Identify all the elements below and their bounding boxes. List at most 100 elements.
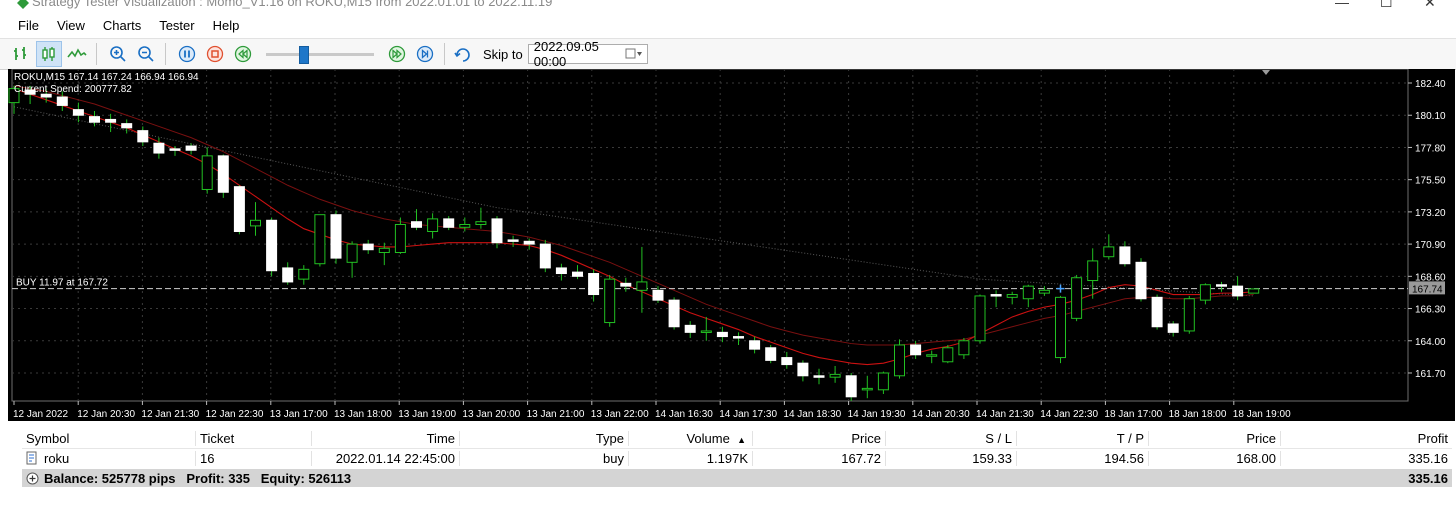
col-type[interactable]: Type [460,430,629,446]
x-tick-label: 12 Jan 21:30 [141,409,199,420]
bullish-candle [201,155,213,190]
candlestick-chart-button[interactable] [36,41,62,67]
x-tick-label: 14 Jan 18:30 [783,409,841,420]
bullish-candle [636,281,648,291]
zoom-out-button[interactable] [133,41,159,67]
skip-to-end-button[interactable] [412,41,438,67]
pause-button[interactable] [174,41,200,67]
menu-tester[interactable]: Tester [150,18,203,33]
bullish-candle [1103,246,1115,258]
bearish-candle [652,289,664,301]
fast-forward-button[interactable] [384,41,410,67]
bearish-candle [121,123,133,129]
speed-slider[interactable] [266,43,374,65]
bearish-candle [797,362,809,377]
close-icon[interactable]: ✕ [1424,0,1436,11]
step-back-button[interactable] [230,41,256,67]
chart-canvas[interactable]: 182.40180.10177.80175.50173.20170.90168.… [8,69,1455,421]
x-tick-label: 14 Jan 21:30 [976,409,1034,420]
bullish-candle [314,214,326,265]
col-profit[interactable]: Profit [1281,431,1452,446]
bullish-candle [394,223,406,254]
y-tick-label: 175.50 [1415,176,1446,187]
col-price[interactable]: Price [753,430,886,446]
zoom-out-icon [138,46,154,62]
bearish-candle [105,118,117,123]
calendar-dropdown-icon[interactable] [625,48,643,60]
minimize-icon[interactable]: — [1335,0,1349,10]
bearish-candle [1216,284,1227,287]
col-current-price[interactable]: Price [1149,430,1281,446]
chart-symbol-info: ROKU,M15 167.14 167.24 166.94 166.94 [14,72,199,83]
bullish-candle [604,278,616,324]
bullish-candle [700,330,712,333]
toolbar: Skip to 2022.09.05 00:00 [0,38,1456,70]
bar-chart-button[interactable] [8,41,34,67]
skip-to-button[interactable] [451,41,477,67]
bearish-candle [443,218,455,228]
bullish-candle [861,387,873,391]
bearish-candle [749,340,761,350]
col-tp[interactable]: T / P [1017,430,1149,446]
bearish-candle [330,214,342,259]
y-tick-label: 161.70 [1415,369,1446,380]
bullish-candle [378,247,390,254]
maximize-icon[interactable]: ☐ [1380,0,1393,11]
zoom-in-button[interactable] [105,41,131,67]
col-volume[interactable]: Volume ▲ [629,430,753,446]
bar-chart-icon [14,47,26,60]
bearish-candle [716,331,728,338]
bearish-candle [813,375,825,378]
col-sl[interactable]: S / L [886,430,1017,446]
bearish-candle [137,130,149,143]
bearish-candle [89,116,100,123]
menu-charts[interactable]: Charts [94,18,150,33]
order-icon [26,451,37,465]
menu-help[interactable]: Help [204,18,249,33]
y-tick-label: 170.90 [1415,240,1446,251]
expand-plus-icon[interactable] [26,472,39,485]
bullish-candle [894,344,905,377]
bearish-candle [233,186,245,232]
bearish-candle [491,218,503,244]
balance-summary-row[interactable]: Balance: 525778 pips Profit: 335 Equity:… [22,469,1452,487]
trade-label: BUY 11.97 at 167.72 [16,278,108,289]
bullish-candle [958,340,970,356]
summary-profit: 335.16 [1408,470,1448,486]
slider-thumb[interactable] [299,46,309,64]
x-tick-label: 13 Jan 17:00 [270,409,328,420]
stop-button[interactable] [202,41,228,67]
bullish-candle [877,372,889,391]
y-tick-label: 166.30 [1415,305,1446,316]
x-tick-label: 12 Jan 2022 [13,409,68,420]
skip-to-datetime-picker[interactable]: 2022.09.05 00:00 [527,39,648,69]
bullish-candle [475,221,487,225]
bullish-candle [1006,294,1018,298]
col-time[interactable]: Time [312,430,460,446]
menu-bar: File View Charts Tester Help [0,14,1456,36]
col-ticket[interactable]: Ticket [196,430,312,446]
bullish-candle [250,219,261,227]
row-ticket: 16 [196,450,312,466]
pause-icon [178,45,196,63]
menu-file[interactable]: File [0,18,48,33]
price-chart[interactable]: 182.40 180.10 177.80 175.50 173.20 170.90 168.… [8,69,1455,421]
bearish-candle [539,243,551,269]
bearish-candle [523,240,535,245]
line-chart-button[interactable] [64,41,90,67]
x-tick-label: 14 Jan 16:30 [655,409,713,420]
y-tick-label: 173.20 [1415,208,1446,219]
bearish-candle [1119,246,1131,265]
col-symbol[interactable]: Symbol [22,430,196,446]
slider-track [266,53,374,56]
row-profit: 335.16 [1408,450,1448,466]
row-type: buy [460,450,629,466]
bearish-candle [781,357,793,366]
x-tick-label: 18 Jan 19:00 [1233,409,1291,420]
bearish-candle [620,282,632,287]
bearish-candle [1167,323,1179,333]
bullish-candle [942,347,954,363]
x-tick-label: 13 Jan 20:00 [462,409,520,420]
menu-view[interactable]: View [48,18,94,33]
table-row[interactable]: roku 16 2022.01.14 22:45:00 buy 1.197K 1… [22,449,1452,467]
